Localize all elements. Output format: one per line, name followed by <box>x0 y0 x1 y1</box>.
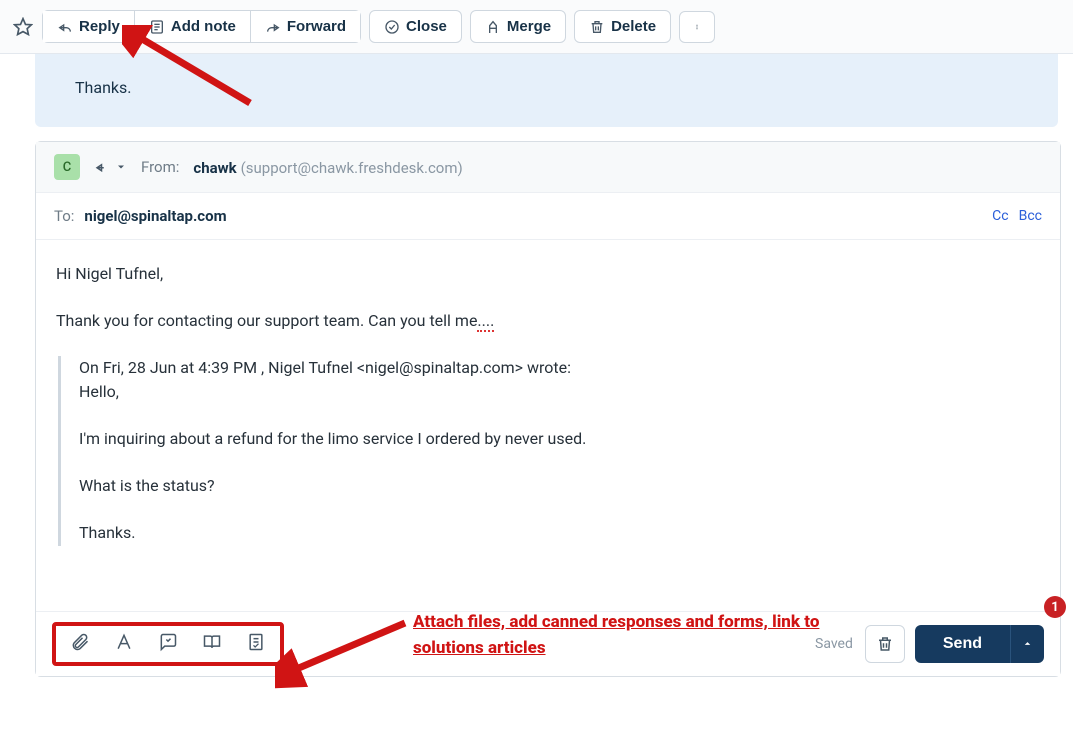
note-icon <box>149 19 165 35</box>
reply-mode-dropdown[interactable] <box>94 158 127 176</box>
more-button[interactable] <box>679 11 715 43</box>
prev-message-text: Thanks. <box>75 78 131 97</box>
reply-button[interactable]: Reply <box>43 11 134 42</box>
star-icon[interactable] <box>12 16 34 38</box>
text-format-icon[interactable] <box>114 632 134 656</box>
reply-composer: C From: chawk (support@chawk.freshdesk.c… <box>35 141 1061 677</box>
form-icon[interactable] <box>246 632 266 656</box>
add-note-label: Add note <box>171 18 236 35</box>
reply-icon <box>57 19 73 35</box>
forward-icon <box>265 19 281 35</box>
close-label: Close <box>406 18 447 35</box>
bcc-button[interactable]: Bcc <box>1019 208 1042 224</box>
close-icon <box>384 19 400 35</box>
previous-message: Thanks. <box>35 54 1058 127</box>
solutions-icon[interactable] <box>202 632 222 656</box>
from-name: chawk <box>193 159 236 177</box>
to-field[interactable]: nigel@spinaltap.com <box>84 207 226 225</box>
reply-group: Reply Add note Forward <box>42 10 361 43</box>
quote-inquiry: I'm inquiring about a refund for the lim… <box>79 427 1040 452</box>
message-body[interactable]: Hi Nigel Tufnel, Thank you for contactin… <box>36 240 1060 611</box>
discard-button[interactable] <box>865 625 905 663</box>
merge-button[interactable]: Merge <box>470 10 566 43</box>
to-row: To: nigel@spinaltap.com Cc Bcc <box>36 193 1060 240</box>
composer-header: C From: chawk (support@chawk.freshdesk.c… <box>36 142 1060 193</box>
notification-badge[interactable]: 1 <box>1044 596 1066 618</box>
quoted-text: On Fri, 28 Jun at 4:39 PM , Nigel Tufnel… <box>58 356 1040 546</box>
quote-hello: Hello, <box>79 382 119 401</box>
canned-response-icon[interactable] <box>158 632 178 656</box>
from-label: From: <box>141 158 179 176</box>
quote-thanks: Thanks. <box>79 521 1040 546</box>
toolbar: Reply Add note Forward Close Merge Delet… <box>0 0 1073 54</box>
merge-label: Merge <box>507 18 551 35</box>
from-email: (support@chawk.freshdesk.com) <box>241 159 463 177</box>
avatar: C <box>54 154 80 180</box>
forward-button[interactable]: Forward <box>250 11 360 42</box>
close-button[interactable]: Close <box>369 10 462 43</box>
delete-button[interactable]: Delete <box>574 10 671 43</box>
send-group: Send <box>915 625 1044 663</box>
send-button[interactable]: Send <box>915 625 1010 663</box>
editor-toolbar <box>52 622 284 666</box>
send-options-button[interactable] <box>1010 625 1044 663</box>
trash-icon <box>876 635 894 653</box>
composer-footer: Saved Send <box>36 611 1060 676</box>
add-note-button[interactable]: Add note <box>134 11 250 42</box>
body-line: Thank you for contacting our support tea… <box>56 309 1040 334</box>
trash-icon <box>589 19 605 35</box>
saved-status: Saved <box>815 636 853 652</box>
forward-label: Forward <box>287 18 346 35</box>
reply-label: Reply <box>79 18 120 35</box>
quote-status: What is the status? <box>79 474 1040 499</box>
cc-button[interactable]: Cc <box>992 208 1008 224</box>
more-vertical-icon <box>694 19 700 35</box>
delete-label: Delete <box>611 18 656 35</box>
quote-header: On Fri, 28 Jun at 4:39 PM , Nigel Tufnel… <box>79 358 571 377</box>
body-greeting: Hi Nigel Tufnel, <box>56 262 1040 287</box>
attach-icon[interactable] <box>70 632 90 656</box>
to-label: To: <box>54 207 74 225</box>
merge-icon <box>485 19 501 35</box>
